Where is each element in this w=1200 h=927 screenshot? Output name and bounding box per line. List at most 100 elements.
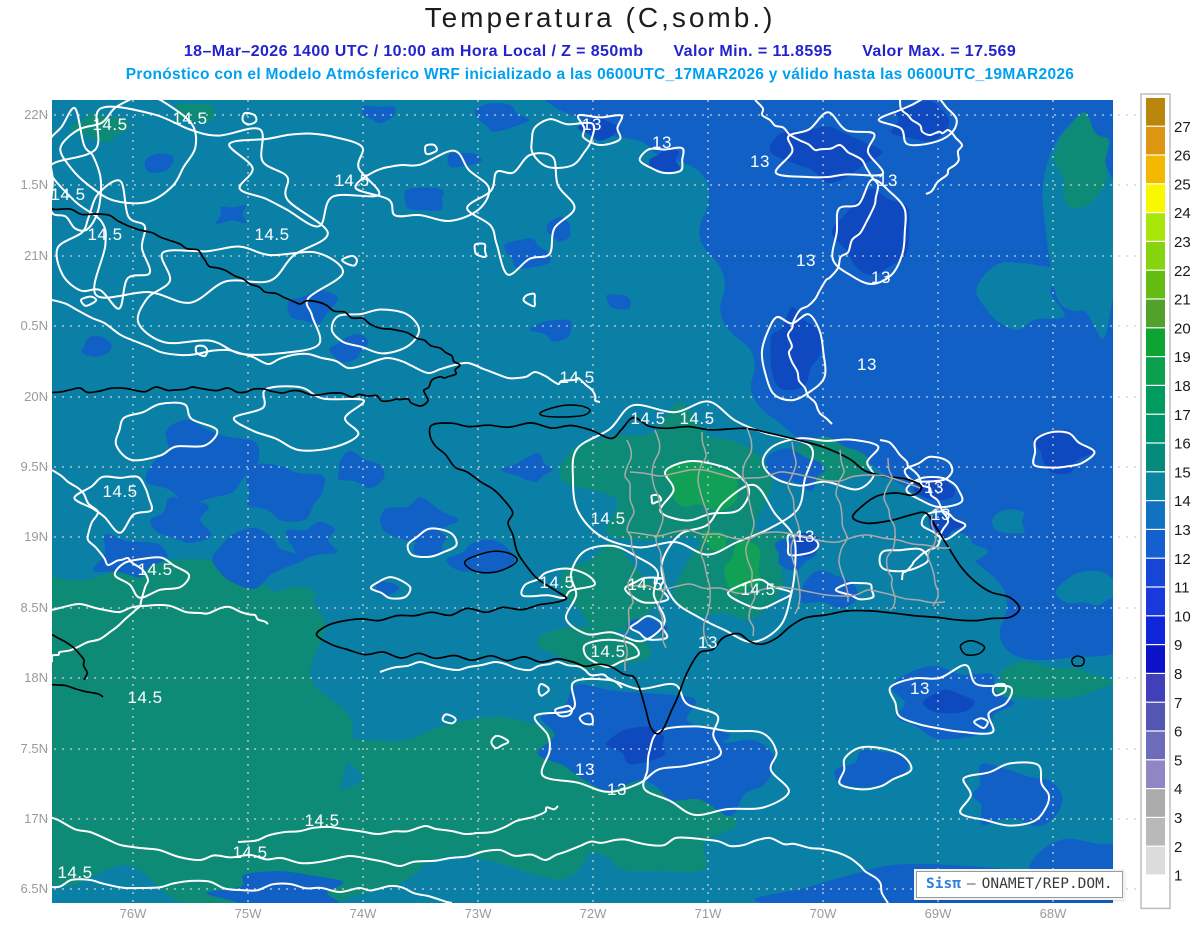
colorbar-level-label: 13 bbox=[1174, 522, 1191, 539]
lat-tick-label: 20N bbox=[24, 389, 48, 404]
contour-value-label: 13 bbox=[607, 780, 627, 799]
colorbar-level-label: 26 bbox=[1174, 148, 1191, 165]
contour-value-label: 13 bbox=[652, 133, 672, 152]
colorbar-segment bbox=[1146, 587, 1165, 616]
contour-value-label: 13 bbox=[795, 527, 815, 546]
lon-tick-label: 74W bbox=[350, 906, 377, 921]
colorbar-segment bbox=[1146, 357, 1165, 385]
colorbar-level-label: 22 bbox=[1174, 263, 1191, 280]
lat-tick-label: 22N bbox=[24, 107, 48, 122]
colorbar-segment bbox=[1146, 242, 1165, 270]
colorbar-level-label: 10 bbox=[1174, 608, 1191, 625]
colorbar-segment bbox=[1146, 875, 1165, 904]
contour-value-label: 14.5 bbox=[590, 509, 625, 528]
lon-tick-label: 70W bbox=[810, 906, 837, 921]
colorbar-level-label: 25 bbox=[1174, 176, 1191, 193]
contour-value-label: 14.5 bbox=[172, 109, 207, 128]
colorbar-level-label: 1 bbox=[1174, 868, 1182, 885]
contour-value-label: 13 bbox=[931, 505, 951, 524]
colorbar-segment bbox=[1146, 846, 1165, 875]
colorbar-segment bbox=[1146, 213, 1165, 241]
contour-value-label: 14.5 bbox=[137, 560, 172, 579]
contour-value-label: 14.5 bbox=[232, 843, 267, 862]
lat-tick-label: 17N bbox=[24, 811, 48, 826]
lon-tick-label: 71W bbox=[695, 906, 722, 921]
lat-tick-label: 19N bbox=[24, 529, 48, 544]
lat-tick-label: 21N bbox=[24, 248, 48, 263]
contour-value-label: 13 bbox=[575, 760, 595, 779]
colorbar-level-label: 16 bbox=[1174, 436, 1191, 453]
colorbar-level-label: 4 bbox=[1174, 781, 1182, 798]
lat-tick-label: 18N bbox=[24, 670, 48, 685]
lat-tick-label: 0.5N bbox=[21, 318, 48, 333]
contour-value-label: 13 bbox=[582, 115, 602, 134]
contour-value-label: 14.5 bbox=[50, 185, 85, 204]
lat-tick-label: 9.5N bbox=[21, 459, 48, 474]
colorbar-segment bbox=[1146, 674, 1165, 702]
contour-value-label: 14.5 bbox=[627, 575, 662, 594]
colorbar-level-label: 3 bbox=[1174, 810, 1182, 827]
lon-tick-label: 76W bbox=[120, 906, 147, 921]
colorbar-segment bbox=[1146, 126, 1165, 155]
contour-value-label: 14.5 bbox=[630, 409, 665, 428]
colorbar-level-label: 5 bbox=[1174, 752, 1182, 769]
contour-value-label: 14.5 bbox=[740, 580, 775, 599]
colorbar-segment bbox=[1146, 760, 1165, 788]
colorbar-level-label: 8 bbox=[1174, 666, 1182, 683]
lon-tick-label: 68W bbox=[1040, 906, 1067, 921]
lon-tick-label: 69W bbox=[925, 906, 952, 921]
contour-value-label: 13 bbox=[871, 268, 891, 287]
contour-value-label: 14.5 bbox=[87, 225, 122, 244]
forecast-chart-page: Temperatura (C,somb.) 18–Mar–2026 1400 U… bbox=[0, 0, 1200, 927]
colorbar-level-label: 15 bbox=[1174, 464, 1191, 481]
colorbar-segment bbox=[1146, 386, 1165, 414]
colorbar-level-label: 27 bbox=[1174, 119, 1191, 136]
colorbar-segment bbox=[1146, 501, 1165, 529]
contour-value-label: 13 bbox=[698, 633, 718, 652]
attribution-box: Sisπ – ONAMET/REP.DOM. bbox=[916, 871, 1123, 898]
colorbar-segment bbox=[1146, 558, 1165, 587]
attribution-org: ONAMET/REP.DOM. bbox=[981, 876, 1113, 892]
contour-value-label: 13 bbox=[796, 251, 816, 270]
lat-tick-label: 7.5N bbox=[21, 741, 48, 756]
lat-tick-label: 6.5N bbox=[21, 881, 48, 896]
colorbar-level-label: 23 bbox=[1174, 234, 1191, 251]
contour-fill-patch bbox=[404, 187, 444, 211]
colorbar-segment bbox=[1146, 645, 1165, 673]
colorbar-segment bbox=[1146, 472, 1165, 500]
contour-value-label: 14.5 bbox=[127, 688, 162, 707]
colorbar-level-label: 24 bbox=[1174, 205, 1191, 222]
colorbar-segment bbox=[1146, 616, 1165, 644]
colorbar-level-label: 20 bbox=[1174, 320, 1191, 337]
colorbar-level-label: 6 bbox=[1174, 724, 1182, 741]
contour-value-label: 14.5 bbox=[334, 171, 369, 190]
contour-value-label: 14.5 bbox=[102, 482, 137, 501]
contour-value-label: 14.5 bbox=[92, 115, 127, 134]
lat-tick-label: 8.5N bbox=[21, 600, 48, 615]
colorbar-level-label: 2 bbox=[1174, 839, 1182, 856]
colorbar-segment bbox=[1146, 818, 1165, 846]
contour-value-label: 13 bbox=[924, 478, 944, 497]
colorbar-segment bbox=[1146, 530, 1165, 558]
contour-value-label: 14.5 bbox=[679, 409, 714, 428]
contour-value-label: 14.5 bbox=[590, 642, 625, 661]
colorbar-segment bbox=[1146, 443, 1165, 472]
colorbar-segment bbox=[1146, 299, 1165, 328]
colorbar-level-label: 12 bbox=[1174, 551, 1191, 568]
lon-tick-label: 73W bbox=[465, 906, 492, 921]
contour-value-label: 14.5 bbox=[539, 573, 574, 592]
colorbar-level-label: 19 bbox=[1174, 349, 1191, 366]
colorbar-level-label: 7 bbox=[1174, 695, 1182, 712]
colorbar-segment bbox=[1146, 702, 1165, 731]
attribution-separator: – bbox=[966, 876, 976, 892]
colorbar-level-label: 17 bbox=[1174, 407, 1191, 424]
colorbar-segment bbox=[1146, 328, 1165, 356]
lon-tick-label: 75W bbox=[235, 906, 262, 921]
colorbar-segment bbox=[1146, 414, 1165, 443]
contour-value-label: 13 bbox=[878, 171, 898, 190]
contour-value-label: 13 bbox=[750, 152, 770, 171]
contour-value-label: 14.5 bbox=[559, 368, 594, 387]
colorbar-level-label: 14 bbox=[1174, 493, 1191, 510]
contour-value-label: 14.5 bbox=[57, 863, 92, 882]
temperature-field bbox=[52, 100, 1113, 903]
